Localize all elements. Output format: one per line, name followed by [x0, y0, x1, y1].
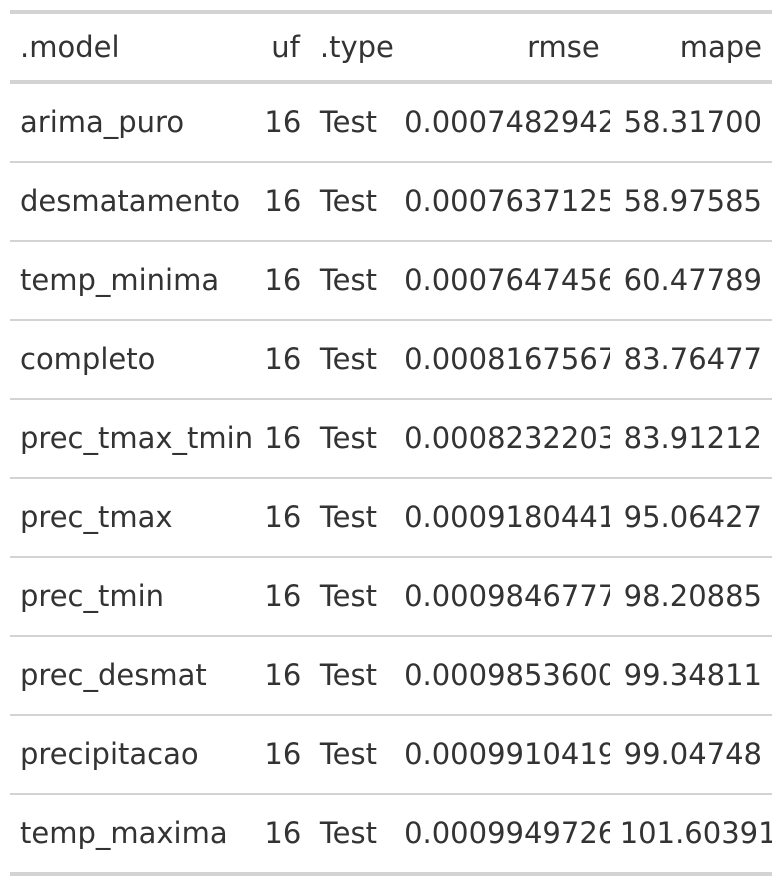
- cell-type: Test: [319, 421, 377, 455]
- cell-type: Test: [319, 500, 377, 534]
- cell-rmse: 0.0009910419: [404, 737, 610, 771]
- cell-mape: 99.04748: [623, 737, 762, 771]
- cell-model: arima_puro: [20, 105, 185, 139]
- cell-type: Test: [319, 342, 377, 376]
- cell-mape: 101.60391: [619, 816, 772, 850]
- cell-rmse: 0.0007647456: [404, 263, 610, 297]
- header-uf: uf: [271, 29, 300, 64]
- cell-mape: 58.31700: [623, 105, 762, 139]
- cell-model: precipitacao: [20, 737, 199, 771]
- table-row: completo 16 Test 0.0008167567 83.76477: [10, 320, 772, 399]
- cell-model: prec_desmat: [20, 658, 207, 692]
- table-row: prec_tmax_tmin 16 Test 0.0008232203 83.9…: [10, 399, 772, 478]
- cell-mape: 83.91212: [623, 421, 762, 455]
- table-row: desmatamento 16 Test 0.0007637125 58.975…: [10, 162, 772, 241]
- cell-mape: 98.20885: [623, 579, 762, 613]
- cell-model: prec_tmax: [20, 500, 173, 534]
- cell-uf: 16: [264, 816, 302, 850]
- cell-rmse: 0.0008167567: [404, 342, 610, 376]
- table-header: .model uf .type rmse mape: [10, 12, 772, 82]
- cell-model: temp_maxima: [20, 816, 228, 850]
- cell-mape: 95.06427: [623, 500, 762, 534]
- cell-rmse: 0.0009180441: [404, 500, 610, 534]
- cell-rmse: 0.0009853600: [404, 658, 610, 692]
- header-type: .type: [319, 29, 394, 64]
- cell-type: Test: [319, 263, 377, 297]
- cell-model: prec_tmin: [20, 579, 165, 613]
- table-row: prec_tmax 16 Test 0.0009180441 95.06427: [10, 478, 772, 557]
- cell-rmse: 0.0007482942: [404, 105, 610, 139]
- cell-uf: 16: [264, 105, 302, 139]
- cell-rmse: 0.0007637125: [404, 184, 610, 218]
- cell-uf: 16: [264, 658, 302, 692]
- cell-model: temp_minima: [20, 263, 220, 297]
- cell-uf: 16: [264, 579, 302, 613]
- cell-type: Test: [319, 184, 377, 218]
- cell-type: Test: [319, 737, 377, 771]
- cell-rmse: 0.0008232203: [404, 421, 610, 455]
- cell-model: desmatamento: [20, 184, 241, 218]
- cell-type: Test: [319, 579, 377, 613]
- table-row: arima_puro 16 Test 0.0007482942 58.31700: [10, 82, 772, 162]
- table-row: precipitacao 16 Test 0.0009910419 99.047…: [10, 715, 772, 794]
- cell-type: Test: [319, 658, 377, 692]
- cell-model: prec_tmax_tmin: [20, 421, 254, 455]
- cell-uf: 16: [264, 184, 302, 218]
- results-table-container: .model uf .type rmse mape arima_puro 16 …: [10, 10, 772, 876]
- cell-type: Test: [319, 816, 377, 850]
- table-body: arima_puro 16 Test 0.0007482942 58.31700…: [10, 82, 772, 874]
- table-row: temp_minima 16 Test 0.0007647456 60.4778…: [10, 241, 772, 320]
- cell-rmse: 0.0009846777: [404, 579, 610, 613]
- header-model: .model: [20, 29, 120, 64]
- cell-uf: 16: [264, 421, 302, 455]
- cell-rmse: 0.0009949726: [404, 816, 610, 850]
- cell-uf: 16: [264, 737, 302, 771]
- header-mape: mape: [679, 29, 762, 64]
- cell-mape: 58.97585: [623, 184, 762, 218]
- table-row: prec_desmat 16 Test 0.0009853600 99.3481…: [10, 636, 772, 715]
- cell-uf: 16: [264, 342, 302, 376]
- table-row: prec_tmin 16 Test 0.0009846777 98.20885: [10, 557, 772, 636]
- cell-mape: 60.47789: [623, 263, 762, 297]
- header-row: .model uf .type rmse mape: [10, 12, 772, 82]
- cell-type: Test: [319, 105, 377, 139]
- cell-uf: 16: [264, 500, 302, 534]
- cell-uf: 16: [264, 263, 302, 297]
- cell-model: completo: [20, 342, 156, 376]
- cell-mape: 99.34811: [623, 658, 762, 692]
- header-rmse: rmse: [527, 29, 600, 64]
- cell-mape: 83.76477: [623, 342, 762, 376]
- results-table: .model uf .type rmse mape arima_puro 16 …: [10, 10, 772, 876]
- table-row: temp_maxima 16 Test 0.0009949726 101.603…: [10, 794, 772, 874]
